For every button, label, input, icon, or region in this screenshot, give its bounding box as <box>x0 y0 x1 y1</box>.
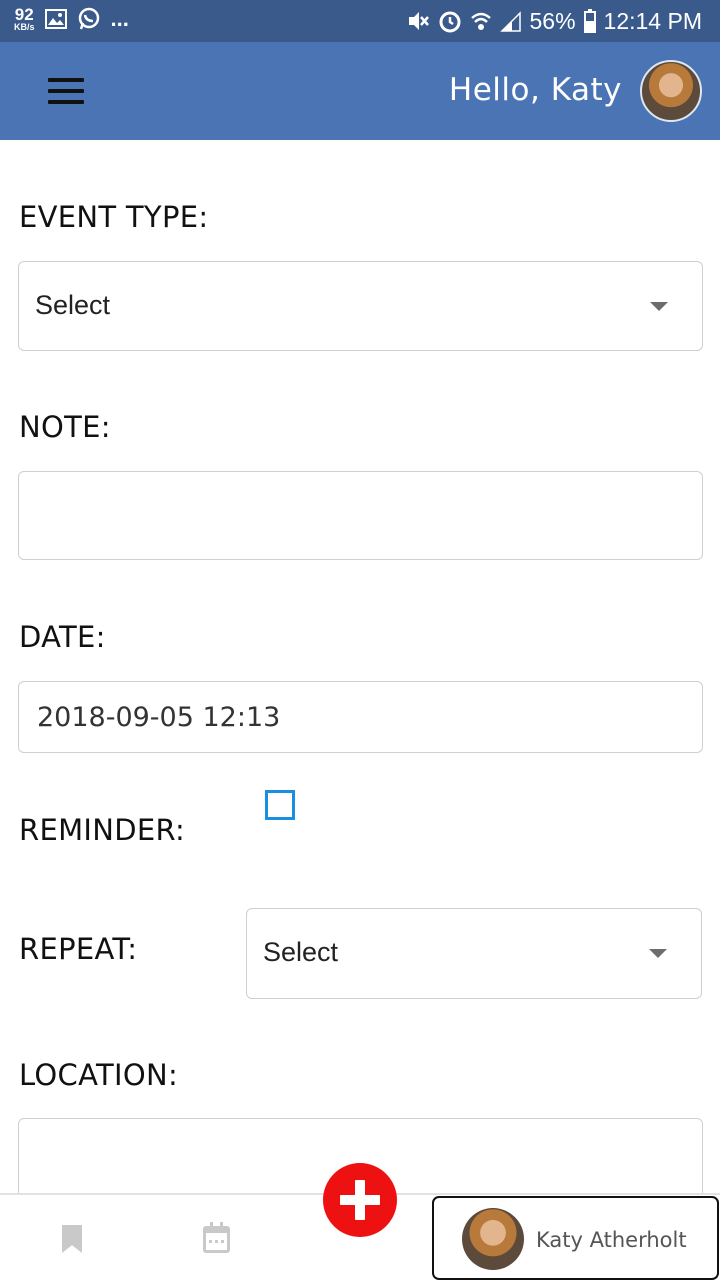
status-bar: 92 KB/s ... 56% 12:14 PM <box>0 0 720 42</box>
add-event-button[interactable] <box>323 1163 397 1237</box>
clock: 12:14 PM <box>603 7 702 34</box>
greeting-text: Hello, Katy <box>448 72 622 108</box>
network-speed-unit: KB/s <box>14 22 35 32</box>
chevron-down-icon <box>650 302 668 311</box>
date-input[interactable]: 2018-09-05 12:13 <box>18 681 703 753</box>
whatsapp-icon <box>78 7 99 30</box>
profile-card[interactable]: Katy Atherholt <box>432 1196 719 1280</box>
note-input[interactable] <box>18 471 703 560</box>
event-type-select[interactable]: Select <box>18 261 703 351</box>
network-speed: 92 KB/s <box>14 6 35 32</box>
wifi-icon <box>470 12 491 30</box>
chevron-down-icon <box>649 949 667 958</box>
note-label: NOTE: <box>19 410 111 444</box>
network-speed-value: 92 <box>14 5 34 24</box>
date-label: DATE: <box>19 620 106 654</box>
reminder-label: REMINDER: <box>19 813 186 847</box>
location-label: LOCATION: <box>19 1058 179 1092</box>
status-right: 56% 12:14 PM <box>406 0 702 42</box>
status-left: 92 KB/s ... <box>14 6 129 32</box>
reminder-checkbox[interactable] <box>265 790 295 820</box>
alarm-icon <box>439 11 460 33</box>
menu-icon[interactable] <box>48 78 84 106</box>
more-notifications: ... <box>110 6 129 31</box>
repeat-label: REPEAT: <box>19 932 138 966</box>
battery-percent: 56% <box>529 7 576 34</box>
user-avatar[interactable] <box>640 60 702 122</box>
repeat-select[interactable]: Select <box>246 908 702 999</box>
event-type-value: Select <box>35 290 111 320</box>
gallery-icon <box>44 9 67 29</box>
event-type-label: EVENT TYPE: <box>19 200 209 234</box>
mute-icon <box>408 12 429 30</box>
profile-avatar <box>462 1208 524 1270</box>
battery-icon <box>583 9 596 33</box>
calendar-icon[interactable] <box>203 1222 230 1253</box>
app-bar: Hello, Katy <box>0 42 720 140</box>
signal-icon <box>499 11 521 32</box>
repeat-value: Select <box>263 937 339 967</box>
date-value: 2018-09-05 12:13 <box>37 702 281 733</box>
profile-name: Katy Atherholt <box>536 1228 687 1252</box>
